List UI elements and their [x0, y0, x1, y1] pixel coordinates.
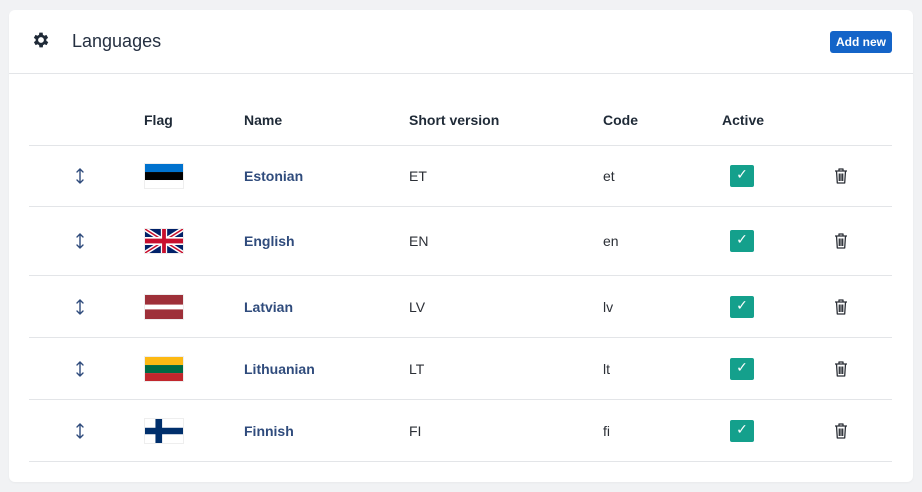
trash-icon[interactable]	[834, 298, 848, 315]
sort-handle-icon[interactable]	[73, 360, 87, 377]
language-short-version: ET	[409, 168, 427, 184]
table-row: English EN en ✓	[29, 207, 892, 276]
active-checkbox[interactable]: ✓	[730, 357, 754, 380]
language-short-version: FI	[409, 422, 422, 439]
trash-icon[interactable]	[834, 168, 848, 185]
trash-icon[interactable]	[834, 422, 848, 439]
card-header: Languages Add new	[9, 10, 913, 74]
active-checkbox[interactable]: ✓	[730, 419, 754, 442]
column-header-code[interactable]: Code	[603, 111, 638, 129]
checkmark-icon: ✓	[736, 296, 748, 313]
checkmark-icon: ✓	[736, 231, 748, 247]
column-header-short-version[interactable]: Short version	[409, 111, 499, 129]
gear-icon	[33, 32, 49, 48]
language-name[interactable]: Latvian	[244, 298, 293, 316]
flag-lithuania-icon	[144, 355, 184, 382]
table-header: Flag Name Short version Code Active	[29, 74, 892, 146]
trash-icon[interactable]	[834, 233, 848, 250]
sort-handle-icon[interactable]	[73, 233, 87, 249]
language-name[interactable]: Estonian	[244, 167, 303, 185]
languages-card: Languages Add new Flag Name Short versio…	[9, 10, 913, 482]
language-short-version: LV	[409, 298, 426, 315]
sort-handle-icon[interactable]	[73, 422, 87, 439]
language-code: et	[603, 168, 615, 184]
language-short-version: EN	[409, 233, 429, 249]
languages-table: Flag Name Short version Code Active Esto…	[29, 74, 892, 462]
active-checkbox[interactable]: ✓	[730, 295, 754, 318]
trash-icon[interactable]	[834, 360, 848, 377]
column-header-active[interactable]: Active	[722, 111, 764, 129]
language-name[interactable]: English	[244, 232, 295, 250]
language-short-version: LT	[409, 360, 425, 377]
flag-latvia-icon	[144, 293, 184, 320]
table-row: Latvian LV lv ✓	[29, 276, 892, 338]
column-header-name[interactable]: Name	[244, 111, 282, 129]
active-checkbox[interactable]: ✓	[730, 165, 754, 187]
add-new-button[interactable]: Add new	[830, 31, 892, 53]
language-name[interactable]: Lithuanian	[244, 360, 315, 378]
flag-estonia-icon	[144, 163, 184, 189]
checkmark-icon: ✓	[736, 166, 748, 182]
page-title: Languages	[72, 31, 162, 51]
sort-handle-icon[interactable]	[73, 168, 87, 184]
checkmark-icon: ✓	[736, 420, 748, 437]
active-checkbox[interactable]: ✓	[730, 230, 754, 252]
table-row: Lithuanian LT lt ✓	[29, 338, 892, 400]
language-code: lt	[603, 360, 610, 377]
flag-united-kingdom-icon	[144, 228, 184, 254]
checkmark-icon: ✓	[736, 358, 748, 375]
table-row: Finnish FI fi ✓	[29, 400, 892, 462]
language-code: fi	[603, 422, 610, 439]
language-code: en	[603, 233, 619, 249]
language-name[interactable]: Finnish	[244, 422, 294, 440]
language-code: lv	[603, 298, 614, 315]
column-header-flag[interactable]: Flag	[144, 111, 173, 129]
flag-finland-icon	[144, 417, 184, 444]
sort-handle-icon[interactable]	[73, 298, 87, 315]
table-row: Estonian ET et ✓	[29, 146, 892, 207]
